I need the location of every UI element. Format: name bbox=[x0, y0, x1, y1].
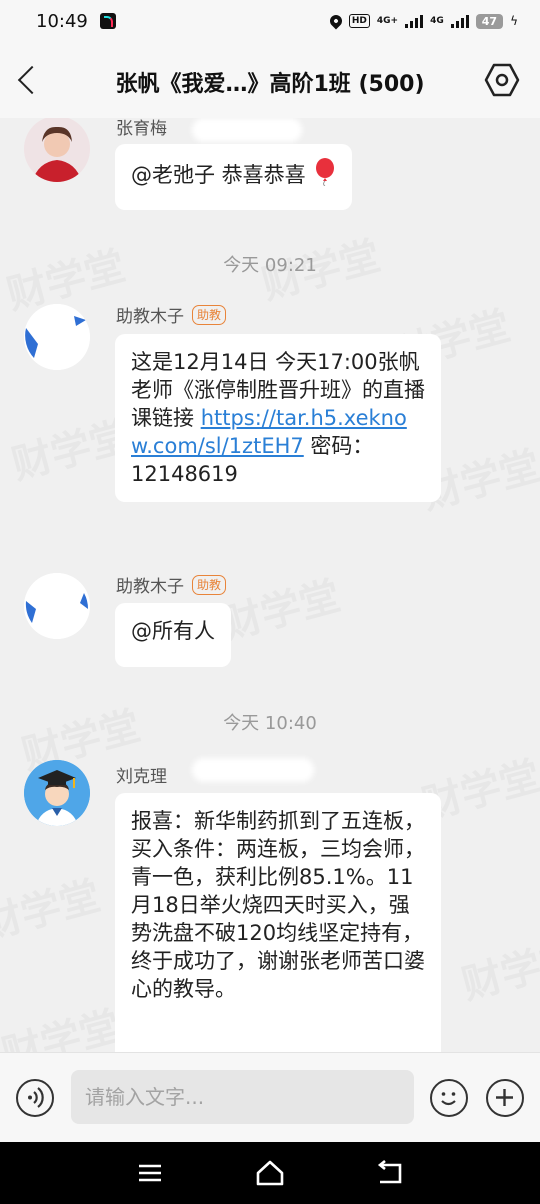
signal-icon-1 bbox=[405, 14, 424, 28]
sender-label: 刘克理 bbox=[116, 767, 167, 787]
role-badge: 助教 bbox=[192, 304, 227, 325]
status-icons: HD 4G+ 4G 47 ϟ bbox=[327, 12, 518, 30]
page-title: 张帆《我爱…》高阶1班 (500) bbox=[115, 72, 425, 97]
message-input[interactable] bbox=[71, 1070, 414, 1124]
emoji-icon[interactable] bbox=[430, 1079, 468, 1117]
system-nav-bar bbox=[0, 1142, 540, 1204]
sender-name: 助教木子 助教 bbox=[116, 572, 227, 597]
timestamp: 今天 09:21 bbox=[223, 255, 317, 276]
sender-name: 助教木子 助教 bbox=[116, 302, 227, 327]
message-bubble[interactable]: @老弛子 恭喜恭喜 bbox=[115, 144, 353, 210]
status-bar: 10:49 HD 4G+ 4G 47 ϟ bbox=[0, 0, 540, 42]
hd-voice-icon: HD bbox=[348, 14, 370, 28]
watermark: 财学堂 bbox=[215, 563, 346, 650]
redacted-area bbox=[192, 118, 302, 142]
graduate-avatar-icon bbox=[24, 760, 90, 826]
network-type-1: 4G+ bbox=[376, 15, 399, 26]
user-photo-icon bbox=[24, 118, 90, 182]
role-badge: 助教 bbox=[192, 574, 227, 595]
location-icon bbox=[327, 12, 345, 30]
watermark: 财学堂 bbox=[455, 923, 540, 1010]
sender-label: 助教木子 bbox=[116, 577, 184, 597]
menu-icon[interactable] bbox=[133, 1156, 167, 1190]
battery-icon: 47 bbox=[475, 13, 504, 29]
message-text: @老弛子 恭喜恭喜 bbox=[131, 163, 306, 187]
signal-icon-2 bbox=[450, 14, 469, 28]
back-nav-icon[interactable] bbox=[373, 1156, 407, 1190]
avatar[interactable] bbox=[24, 304, 90, 370]
plus-icon[interactable] bbox=[486, 1079, 524, 1117]
avatar[interactable] bbox=[24, 760, 90, 826]
redacted-area bbox=[192, 758, 314, 782]
watermark: 财学堂 bbox=[0, 993, 125, 1052]
message-text: @所有人 bbox=[131, 619, 215, 643]
assistant-avatar-icon bbox=[24, 304, 90, 370]
sender-label: 张育梅 bbox=[116, 119, 167, 139]
chat-header: 张帆《我爱…》高阶1班 (500) bbox=[0, 42, 540, 118]
balloon-emoji-icon bbox=[316, 158, 335, 187]
avatar[interactable] bbox=[24, 118, 90, 182]
timestamp: 今天 10:40 bbox=[223, 713, 317, 734]
tiktok-icon bbox=[99, 13, 116, 29]
charging-icon: ϟ bbox=[510, 14, 518, 28]
sender-label: 助教木子 bbox=[116, 307, 184, 327]
network-type-2: 4G bbox=[430, 15, 444, 26]
input-bar bbox=[0, 1052, 540, 1142]
home-icon[interactable] bbox=[253, 1156, 287, 1190]
chat-area[interactable]: 财学堂 财学堂 财学堂 财学堂 财学堂 财学堂 财学堂 财学堂 财学堂 财学堂 … bbox=[0, 118, 540, 1052]
watermark: 财学堂 bbox=[0, 863, 105, 950]
message-bubble[interactable]: 这是12月14日 今天17:00张帆老师《涨停制胜晋升班》的直播课链接 http… bbox=[115, 334, 441, 502]
assistant-avatar-icon bbox=[24, 573, 90, 639]
avatar[interactable] bbox=[24, 573, 90, 639]
sender-name: 张育梅 bbox=[116, 118, 167, 139]
message-bubble[interactable]: 报喜：新华制药抓到了五连板，买入条件：两连板，三均会师，青一色，获利比例85.1… bbox=[115, 793, 441, 1052]
settings-hexagon-icon[interactable] bbox=[484, 62, 520, 98]
voice-input-icon[interactable] bbox=[16, 1079, 54, 1117]
status-time: 10:49 bbox=[36, 10, 88, 32]
message-text: 报喜：新华制药抓到了五连板，买入条件：两连板，三均会师，青一色，获利比例85.1… bbox=[131, 809, 425, 1001]
message-bubble[interactable]: @所有人 bbox=[115, 603, 231, 667]
sender-name: 刘克理 bbox=[116, 762, 167, 787]
